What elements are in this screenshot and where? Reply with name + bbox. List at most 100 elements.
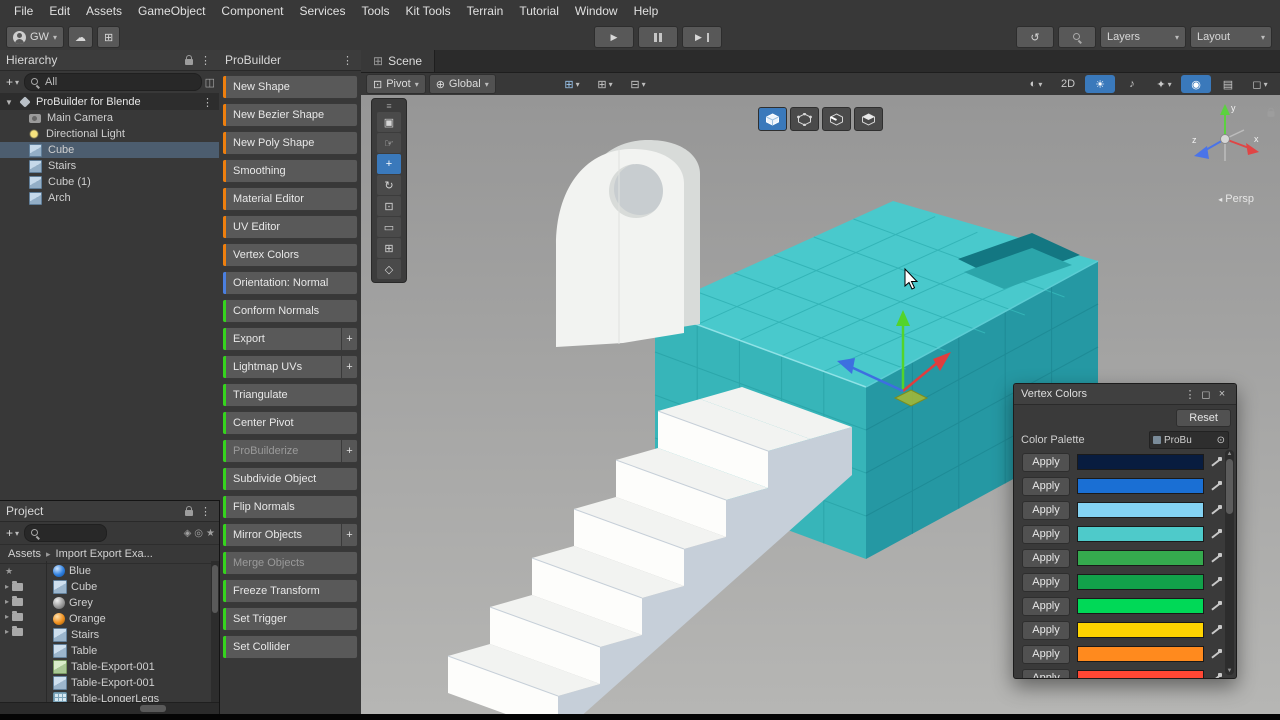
color-swatch[interactable] <box>1077 454 1204 470</box>
probuilder-context-icon[interactable]: ▣ <box>377 112 401 132</box>
probuilder-action-button[interactable]: Orientation: Normal <box>222 271 358 295</box>
scrollbar-thumb[interactable] <box>212 565 218 613</box>
audio-toggle[interactable]: ♪ <box>1117 75 1147 93</box>
eyedropper-icon[interactable] <box>1211 648 1222 660</box>
color-swatch[interactable] <box>1077 670 1204 678</box>
menu-item[interactable]: Tools <box>353 0 397 22</box>
project-asset-row[interactable]: Blue <box>47 563 219 579</box>
hierarchy-search-input[interactable]: All <box>24 73 202 91</box>
grid-button[interactable]: ⊞ <box>96 26 121 48</box>
global-dropdown[interactable]: ⊕ Global ▾ <box>428 74 496 94</box>
menu-item[interactable]: Kit Tools <box>397 0 458 22</box>
custom-tool-icon[interactable]: ◇ <box>377 259 401 279</box>
add-asset-button[interactable]: + ▾ <box>4 526 21 540</box>
favorites-item[interactable]: ★ <box>0 564 46 579</box>
apply-button[interactable]: Apply <box>1022 452 1070 472</box>
menu-item[interactable]: Tutorial <box>511 0 567 22</box>
shading-mode-dropdown[interactable]: ◐ ▾ <box>1021 75 1051 93</box>
2d-toggle[interactable]: 2D <box>1053 75 1083 93</box>
eyedropper-icon[interactable] <box>1211 552 1222 564</box>
projection-toggle[interactable]: ◂ Persp <box>1218 193 1254 205</box>
color-swatch[interactable] <box>1077 526 1204 542</box>
probuilder-action-button[interactable]: Lightmap UVs + <box>222 355 358 379</box>
probuilder-action-button[interactable]: Flip Normals <box>222 495 358 519</box>
object-picker-icon[interactable]: ⊙ <box>1217 435 1225 446</box>
project-vertical-scrollbar[interactable] <box>211 561 219 703</box>
color-swatch[interactable] <box>1077 622 1204 638</box>
expand-arrow-icon[interactable]: ▸ <box>5 612 9 621</box>
x-axis-cone[interactable] <box>1246 143 1259 155</box>
menu-item[interactable]: Help <box>626 0 667 22</box>
y-axis-cone[interactable] <box>1220 104 1230 115</box>
layout-dropdown[interactable]: Layout ▾ <box>1190 26 1272 48</box>
cloud-button[interactable]: ☁ <box>67 26 93 48</box>
kebab-menu-icon[interactable]: ⋮ <box>198 505 213 518</box>
color-swatch[interactable] <box>1077 574 1204 590</box>
vertex-colors-titlebar[interactable]: Vertex Colors ⋮ ◻ × <box>1014 384 1236 405</box>
options-button[interactable]: + <box>341 328 357 350</box>
rotate-tool-icon[interactable]: ↻ <box>377 175 401 195</box>
add-object-button[interactable]: + ▾ <box>4 75 21 89</box>
probuilder-action-button[interactable]: Triangulate <box>222 383 358 407</box>
expand-arrow-icon[interactable]: ▸ <box>5 597 9 606</box>
kebab-menu-icon[interactable]: ⋮ <box>200 96 215 109</box>
favorite-search-icon[interactable]: ★ <box>206 528 215 539</box>
probuilder-action-button[interactable]: New Shape <box>222 75 358 99</box>
undo-history-button[interactable]: ↺ <box>1016 26 1054 48</box>
apply-button[interactable]: Apply <box>1022 500 1070 520</box>
menu-item[interactable]: Window <box>567 0 626 22</box>
palette-object-field[interactable]: ProBu ⊙ <box>1149 431 1229 449</box>
kebab-menu-icon[interactable]: ⋮ <box>340 54 355 67</box>
project-asset-row[interactable]: Table-Export-001 <box>47 675 219 691</box>
lock-icon[interactable] <box>185 505 193 516</box>
probuilder-action-button[interactable]: Export + <box>222 327 358 351</box>
probuilder-action-button[interactable]: Center Pivot <box>222 411 358 435</box>
menu-item[interactable]: Assets <box>78 0 130 22</box>
rect-tool-icon[interactable]: ▭ <box>377 217 401 237</box>
apply-button[interactable]: Apply <box>1022 476 1070 496</box>
project-asset-row[interactable]: Grey <box>47 595 219 611</box>
project-asset-row[interactable]: Stairs <box>47 627 219 643</box>
kebab-menu-icon[interactable]: ⋮ <box>198 54 213 67</box>
hierarchy-item[interactable]: Arch <box>0 190 219 206</box>
menu-item[interactable]: Component <box>213 0 291 22</box>
close-icon[interactable]: × <box>1215 388 1229 400</box>
expand-arrow-icon[interactable]: ▸ <box>5 582 9 591</box>
effects-dropdown[interactable]: ✦ ▾ <box>1149 75 1179 93</box>
probuilder-action-button[interactable]: ProBuilderize + <box>222 439 358 463</box>
project-asset-row[interactable]: Table-Export-001 <box>47 659 219 675</box>
color-swatch[interactable] <box>1077 598 1204 614</box>
probuilder-action-button[interactable]: New Poly Shape <box>222 131 358 155</box>
color-swatch[interactable] <box>1077 478 1204 494</box>
mode-face-button[interactable] <box>854 107 883 131</box>
breadcrumb-root[interactable]: Assets <box>8 548 41 560</box>
probuilder-action-button[interactable]: Set Trigger <box>222 607 358 631</box>
apply-button[interactable]: Apply <box>1022 644 1070 664</box>
folder-item[interactable]: ▸ <box>0 609 46 624</box>
scene-visibility-toggle[interactable]: ◉ <box>1181 75 1211 93</box>
menu-item[interactable]: File <box>6 0 41 22</box>
orientation-gizmo[interactable]: y x z <box>1182 99 1268 177</box>
arch-model[interactable] <box>556 139 700 347</box>
snap-increment-dropdown[interactable]: ⊟ ▾ <box>623 75 653 93</box>
folder-item[interactable]: ▸ <box>0 594 46 609</box>
expand-arrow-icon[interactable]: ▸ <box>5 627 9 636</box>
project-asset-row[interactable]: Table <box>47 643 219 659</box>
color-swatch[interactable] <box>1077 550 1204 566</box>
search-button[interactable] <box>1058 26 1096 48</box>
color-swatch[interactable] <box>1077 502 1204 518</box>
breadcrumb-current[interactable]: Import Export Exa... <box>56 548 153 560</box>
menu-item[interactable]: GameObject <box>130 0 213 22</box>
palette-scrollbar[interactable]: ▲ ▼ <box>1225 450 1234 675</box>
pivot-dropdown[interactable]: ⊡ Pivot ▾ <box>366 74 426 94</box>
eyedropper-icon[interactable] <box>1211 480 1222 492</box>
probuilder-action-button[interactable]: Material Editor <box>222 187 358 211</box>
color-swatch[interactable] <box>1077 646 1204 662</box>
eyedropper-icon[interactable] <box>1211 624 1222 636</box>
step-button[interactable]: ▶ <box>682 26 722 48</box>
camera-preview-toggle[interactable]: ▤ <box>1213 75 1243 93</box>
apply-button[interactable]: Apply <box>1022 620 1070 640</box>
scroll-down-icon[interactable]: ▼ <box>1225 668 1234 674</box>
options-button[interactable]: + <box>341 440 357 462</box>
project-asset-row[interactable]: Orange <box>47 611 219 627</box>
